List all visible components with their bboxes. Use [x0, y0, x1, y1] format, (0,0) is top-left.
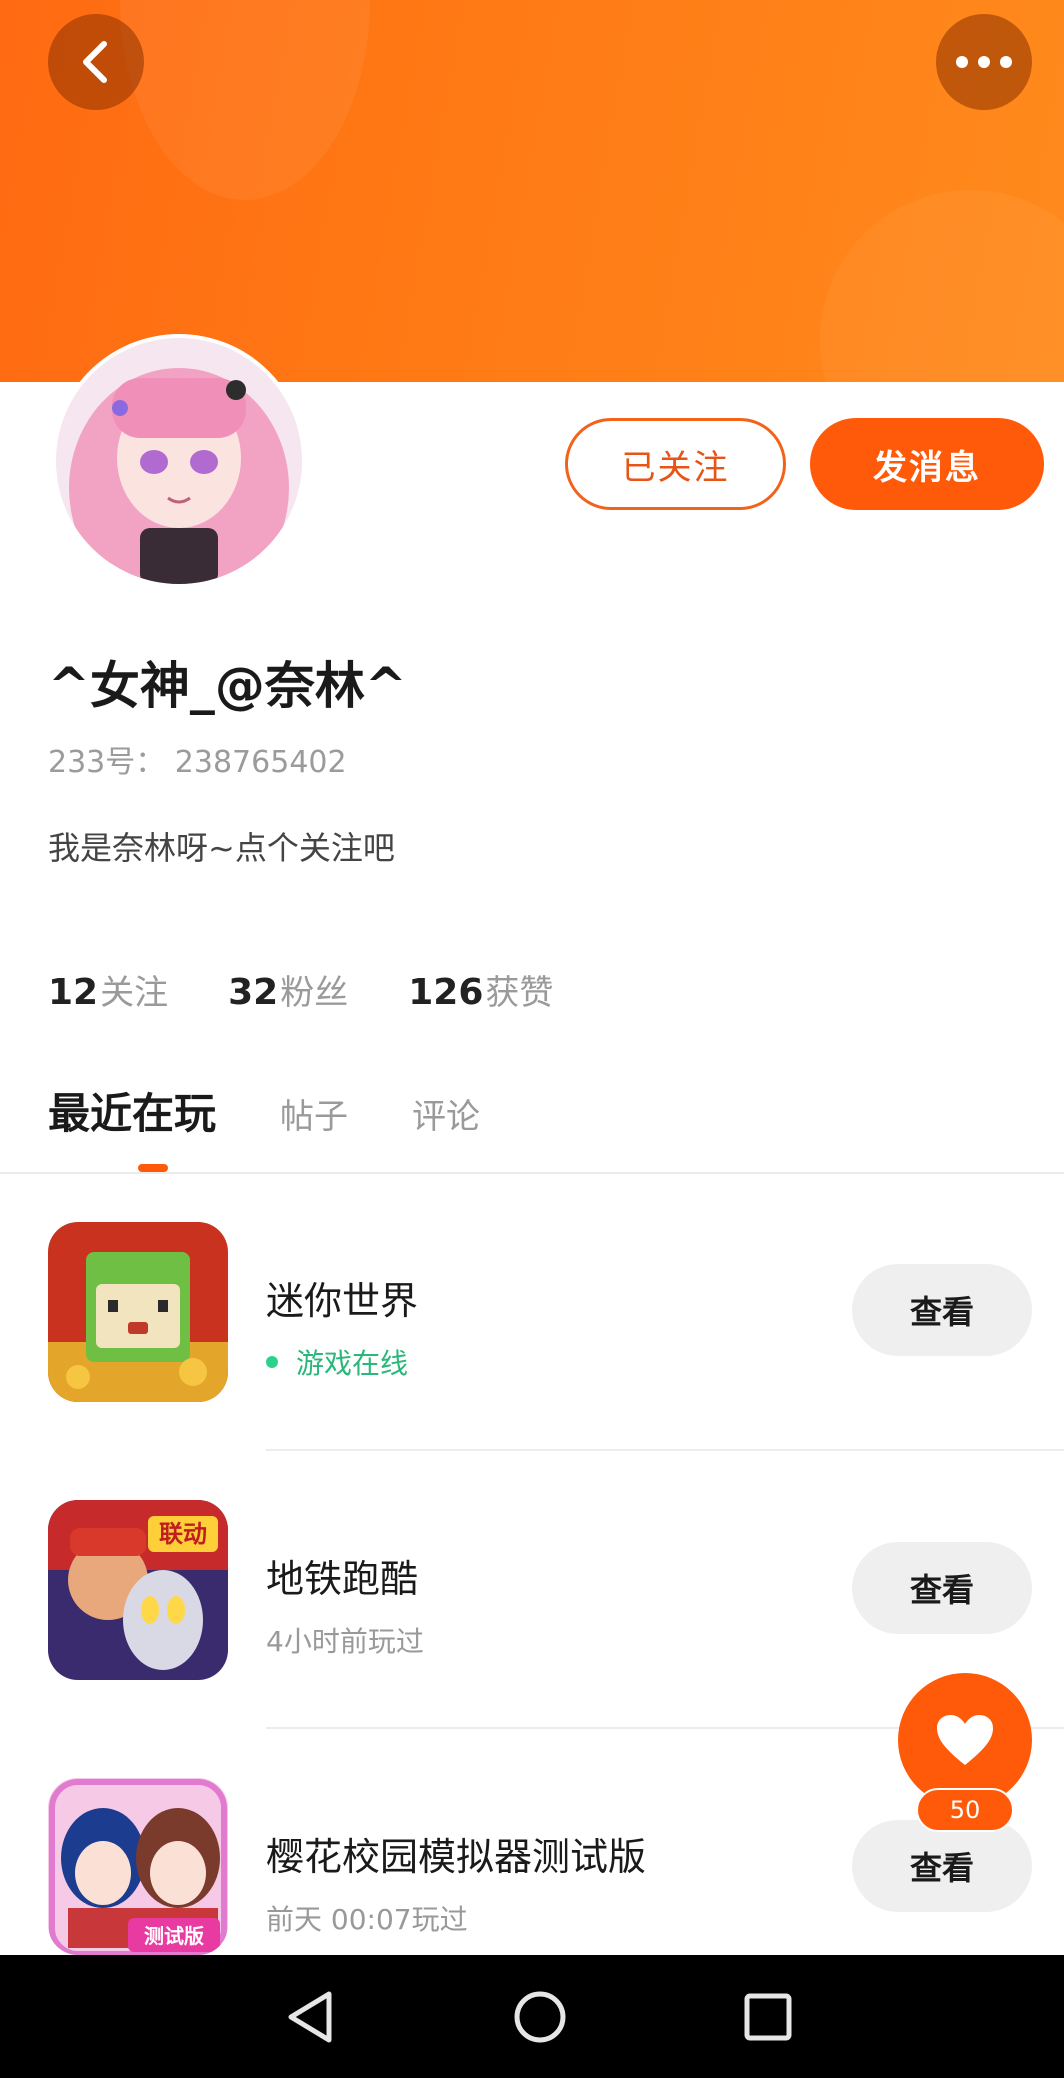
banner-decoration [120, 0, 370, 200]
stat-label: 粉丝 [280, 973, 349, 1013]
nickname: ^女神_@奈林^ [48, 657, 407, 715]
back-button[interactable] [48, 14, 144, 110]
bio: 我是奈林呀~点个关注吧 [48, 829, 395, 867]
stat-likes[interactable]: 126 获赞 [408, 965, 553, 1014]
game-status: 前天 00:07玩过 [266, 1903, 468, 1936]
circle-home-icon [514, 1991, 566, 2042]
profile-banner [0, 0, 1064, 382]
profile-tabs: 最近在玩 帖子 评论 [48, 1080, 480, 1141]
stat-count: 12 [48, 972, 99, 1013]
game-item[interactable]: 迷你世界 游戏在线 查看 [0, 1222, 1064, 1500]
like-button[interactable] [898, 1673, 1032, 1807]
tab-comments[interactable]: 评论 [412, 1089, 480, 1138]
game-status-text: 游戏在线 [296, 1347, 409, 1380]
game-name: 樱花校园模拟器测试版 [266, 1835, 647, 1879]
like-count-badge: 50 [916, 1788, 1014, 1832]
more-horizontal-icon [956, 56, 1012, 68]
game-icon-mini-world [48, 1222, 228, 1402]
heart-icon [937, 1715, 993, 1765]
followed-button[interactable]: 已关注 [565, 418, 786, 510]
stat-count: 126 [408, 972, 484, 1013]
view-button[interactable]: 查看 [852, 1542, 1032, 1634]
divider [0, 1172, 1064, 1174]
tab-posts[interactable]: 帖子 [280, 1089, 348, 1138]
system-back-button[interactable] [250, 1955, 370, 2078]
game-status: 游戏在线 [266, 1342, 408, 1382]
active-tab-indicator [138, 1164, 168, 1172]
square-recents-icon [744, 1993, 792, 2040]
avatar-image [56, 338, 302, 584]
system-home-button[interactable] [480, 1955, 600, 2078]
view-button[interactable]: 查看 [852, 1264, 1032, 1356]
user-id: 233号： 238765402 [48, 745, 347, 780]
stat-followers[interactable]: 32 粉丝 [228, 965, 348, 1014]
stat-following[interactable]: 12 关注 [48, 965, 168, 1014]
stat-label: 关注 [100, 973, 169, 1013]
tab-recently-played[interactable]: 最近在玩 [48, 1080, 216, 1141]
chevron-left-icon [83, 41, 107, 83]
game-icon-subway-surfers: 联动 [48, 1500, 228, 1680]
system-recents-button[interactable] [708, 1955, 828, 2078]
game-icon-sakura-school: 测试版 [48, 1778, 228, 1955]
game-status: 4小时前玩过 [266, 1625, 424, 1658]
profile-stats: 12 关注 32 粉丝 126 获赞 [48, 965, 553, 1014]
row-divider [266, 1449, 1064, 1451]
subway-badge-text: 联动 [159, 1520, 207, 1548]
game-name: 迷你世界 [266, 1279, 419, 1323]
send-message-button[interactable]: 发消息 [810, 418, 1044, 510]
system-navigation-bar [0, 1955, 1064, 2078]
game-name: 地铁跑酷 [266, 1557, 419, 1601]
banner-decoration [820, 190, 1064, 382]
triangle-back-icon [288, 1991, 332, 2042]
avatar[interactable] [52, 334, 306, 588]
stat-label: 获赞 [485, 973, 554, 1013]
view-button[interactable]: 查看 [852, 1820, 1032, 1912]
more-button[interactable] [936, 14, 1032, 110]
online-dot-icon [266, 1356, 278, 1368]
sakura-badge-text: 测试版 [144, 1924, 204, 1948]
stat-count: 32 [228, 972, 279, 1013]
